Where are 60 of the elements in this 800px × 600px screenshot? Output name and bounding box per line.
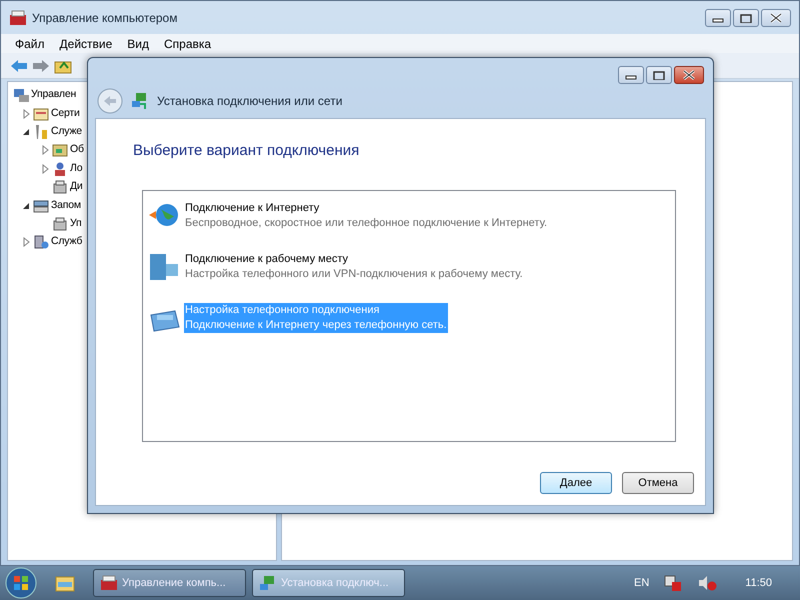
close-icon [770, 13, 782, 23]
storage-icon [33, 198, 49, 214]
window-title: Управление компьютером [32, 10, 178, 26]
option-title[interactable]: Подключение к Интернету [184, 200, 548, 216]
collapse-arrow-icon[interactable] [21, 126, 31, 137]
expand-arrow-icon[interactable] [40, 145, 50, 156]
computer-icon [13, 87, 29, 104]
close-icon [683, 70, 695, 80]
expand-arrow-icon[interactable] [21, 237, 31, 248]
tree-item[interactable]: Ди [70, 179, 83, 196]
tree-item[interactable]: Уп [70, 216, 82, 232]
back-icon[interactable] [10, 58, 28, 72]
maximize-icon [653, 70, 665, 80]
device-icon [52, 179, 68, 196]
close-button[interactable] [761, 9, 791, 27]
log-icon [52, 142, 68, 158]
option-title[interactable]: Подключение к рабочему месту [184, 252, 524, 266]
speaker-muted-icon[interactable] [697, 574, 718, 592]
cancel-button[interactable]: Отмена [622, 472, 694, 494]
next-button[interactable]: Далее [540, 472, 612, 494]
expand-arrow-icon[interactable] [21, 108, 31, 119]
users-icon [52, 160, 68, 177]
close-button[interactable] [674, 66, 704, 84]
services-icon [33, 234, 49, 250]
tree-item[interactable]: Служб [51, 234, 82, 250]
tools-icon [33, 124, 49, 140]
tree-item[interactable]: Служе [51, 124, 82, 140]
expand-arrow-icon[interactable] [40, 164, 50, 174]
folder-icon[interactable] [55, 574, 75, 592]
network-icon [259, 575, 277, 591]
menu-item[interactable]: Файл [9, 34, 54, 52]
collapse-arrow-icon[interactable] [21, 200, 31, 211]
minimize-button[interactable] [618, 66, 644, 84]
tree-item[interactable]: Запом [51, 198, 81, 214]
option-description: Настройка телефонного или VPN-подключения к рабочему месту. [184, 266, 524, 282]
tree-item[interactable]: Управлен [31, 87, 76, 104]
toolbox-icon [100, 575, 118, 591]
forward-icon[interactable] [32, 58, 50, 72]
minimize-button[interactable] [705, 9, 731, 27]
tree-item[interactable]: Об [70, 142, 84, 158]
network-warning-icon[interactable] [663, 574, 684, 592]
scheduler-icon [33, 106, 49, 122]
maximize-button[interactable] [733, 9, 759, 27]
dialog-heading: Выберите вариант подключения [132, 141, 360, 161]
option-description: Беспроводное, скоростное или телефонное подключение к Интернету. [184, 216, 548, 230]
option-description: Подключение к Интернету через телефонную сеть. [184, 318, 448, 332]
maximize-icon [740, 13, 752, 23]
device-icon [52, 216, 68, 232]
tree-item[interactable]: Ло [70, 160, 82, 177]
clock[interactable]: 11:50 [745, 574, 772, 592]
start-icon[interactable] [5, 567, 37, 599]
language-indicator[interactable]: EN [634, 574, 650, 592]
menu-item[interactable]: Вид [121, 34, 158, 52]
menu-item[interactable]: Действие [54, 34, 122, 52]
maximize-button[interactable] [646, 66, 672, 84]
menu-item[interactable]: Справка [158, 34, 220, 52]
dialog-title: Установка подключения или сети [157, 93, 342, 110]
toolbox-icon [9, 10, 27, 26]
network-icon [131, 92, 149, 110]
tree-item[interactable]: Серти [51, 106, 80, 122]
